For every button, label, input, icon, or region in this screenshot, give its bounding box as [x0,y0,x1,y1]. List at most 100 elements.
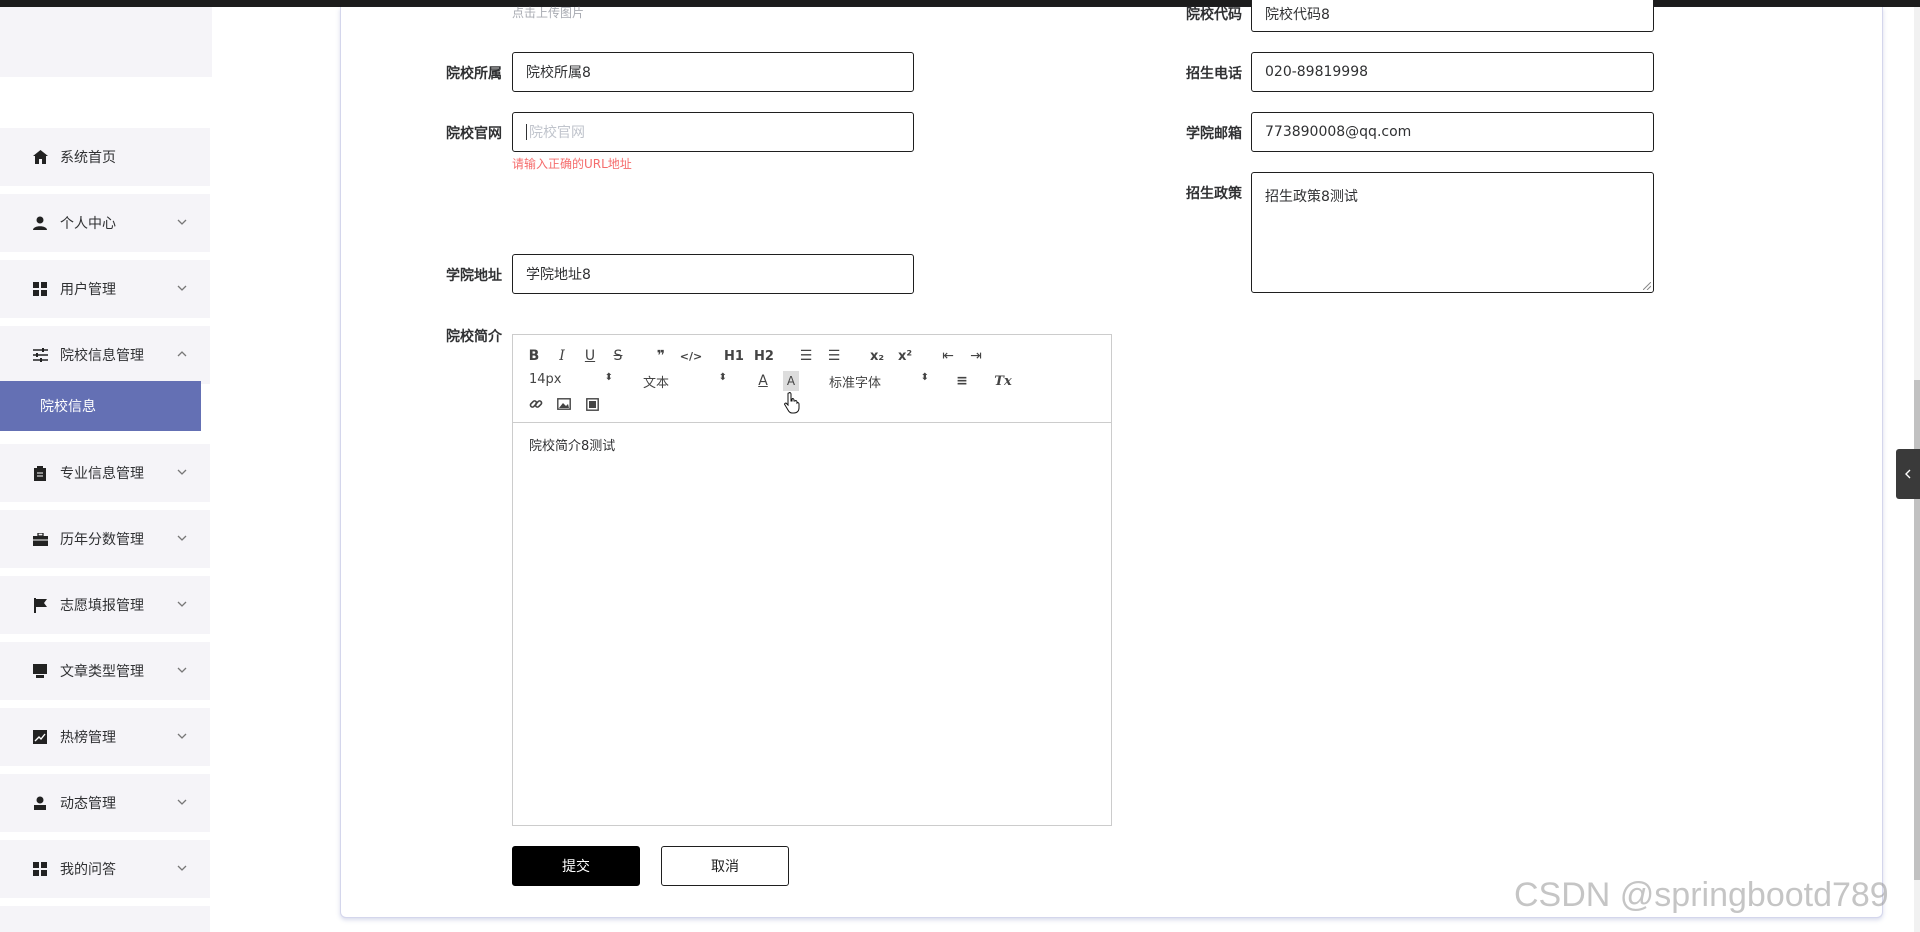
sidebar-item-label: 志愿填报管理 [60,598,144,614]
briefcase-icon [32,531,48,547]
admission-phone-input[interactable]: 020-89819998 [1251,52,1654,92]
superscript-button[interactable]: x² [895,347,915,365]
college-email-label: 学院邮箱 [1186,126,1242,142]
user-icon [32,215,48,231]
sidebar-item-article-type[interactable]: 文章类型管理 [0,642,210,700]
font-color-button[interactable]: A [755,371,771,391]
code-button[interactable]: </> [680,347,702,365]
align-button[interactable]: ≡ [953,371,971,391]
admission-policy-textarea[interactable]: 招生政策8测试 [1251,172,1654,293]
indent-button[interactable]: ⇥ [967,347,985,365]
sidebar-item-major-info[interactable]: 专业信息管理 [0,444,210,502]
text-caret [526,124,527,140]
college-email-input[interactable]: 773890008@qq.com [1251,112,1654,152]
font-size-select[interactable]: 14px ⬍ [529,372,613,390]
sidebar-item-label: 个人中心 [60,216,116,232]
video-icon [585,397,599,411]
editor-content[interactable]: 院校简介8测试 [529,435,615,454]
font-family-value: 标准字体 [829,376,882,391]
monitor-icon [32,663,48,679]
outdent-button[interactable]: ⇤ [939,347,957,365]
admission-phone-label: 招生电话 [1186,66,1242,82]
school-intro-label: 院校简介 [446,329,502,345]
hand-cursor-icon [784,392,800,414]
sidebar-subitem-school-info[interactable]: 院校信息 [0,381,201,431]
background-color-button[interactable]: A [783,371,799,391]
text-type-value: 文本 [643,376,670,391]
admission-policy-label: 招生政策 [1186,186,1242,202]
chevron-down-icon [177,601,187,607]
sidebar-item-scores[interactable]: 历年分数管理 [0,510,210,568]
website-error-message: 请输入正确的URL地址 [512,157,632,171]
home-icon [32,149,48,165]
chevron-up-icon [177,351,187,357]
sidebar-item-dynamics[interactable]: 动态管理 [0,774,210,832]
sidebar-item-label: 用户管理 [60,282,116,298]
bold-button[interactable]: B [527,347,541,365]
resize-handle-icon[interactable] [1643,282,1651,290]
college-address-value: 学院地址8 [526,267,591,283]
chevron-down-icon [177,469,187,475]
flag-icon [32,597,48,613]
cancel-button[interactable]: 取消 [661,846,789,886]
sidebar-item-personal[interactable]: 个人中心 [0,194,210,252]
chevron-down-icon [177,535,187,541]
sidebar-item-hotlist[interactable]: 热榜管理 [0,708,210,766]
college-email-value: 773890008@qq.com [1265,124,1412,140]
sidebar-item-label: 专业信息管理 [60,466,144,482]
admission-policy-value: 招生政策8测试 [1265,189,1358,205]
text-type-select[interactable]: 文本 ⬍ [643,372,727,391]
sidebar-item-home[interactable]: 系统首页 [0,128,210,186]
italic-button[interactable]: I [555,347,569,365]
sidebar-subitem-label: 院校信息 [40,399,96,415]
clipboard-icon [32,465,48,481]
strike-button[interactable]: S [611,347,625,365]
h2-button[interactable]: H2 [753,347,775,365]
grid-icon [32,281,48,297]
school-affiliation-label: 院校所属 [446,66,502,82]
video-button[interactable] [583,395,601,413]
sidebar-item-users[interactable]: 用户管理 [0,260,210,318]
link-icon [529,400,543,408]
chevron-down-icon [177,219,187,225]
sidebar-item-label: 动态管理 [60,796,116,812]
font-size-value: 14px [529,372,562,387]
school-code-label: 院校代码 [1186,7,1242,23]
upload-hint[interactable]: 点击上传图片 [512,4,584,21]
bullet-list-button[interactable]: ☰ [825,347,843,365]
school-website-label: 院校官网 [446,126,502,142]
sidebar-item-label: 院校信息管理 [60,348,144,364]
link-button[interactable] [527,395,545,413]
image-button[interactable] [555,395,573,413]
underline-button[interactable]: U [583,347,597,365]
grid-icon [32,861,48,877]
ordered-list-button[interactable]: ☰ [797,347,815,365]
font-family-select[interactable]: 标准字体 ⬍ [829,372,929,391]
submit-button[interactable]: 提交 [512,846,640,886]
school-affiliation-input[interactable]: 院校所属8 [512,52,914,92]
sidebar-item-label: 系统首页 [60,150,116,166]
sidebar-header [0,7,212,77]
subscript-button[interactable]: x₂ [867,347,887,365]
chevron-down-icon [177,733,187,739]
image-icon [557,398,571,410]
school-website-placeholder: 院校官网 [529,125,585,141]
sidebar-item-my-qa[interactable]: 我的问答 [0,840,210,898]
school-website-input[interactable]: 院校官网 [512,112,914,152]
college-address-label: 学院地址 [446,268,502,284]
school-code-input[interactable]: 院校代码8 [1251,0,1654,32]
college-address-input[interactable]: 学院地址8 [512,254,914,294]
sidebar-item-volunteer[interactable]: 志愿填报管理 [0,576,210,634]
chevron-down-icon [177,865,187,871]
sidebar-item-more[interactable] [0,906,210,932]
sidebar-item-school-info[interactable]: 院校信息管理 [0,326,210,384]
admission-phone-value: 020-89819998 [1265,64,1369,80]
sidebar-item-label: 我的问答 [60,862,116,878]
chevron-down-icon [177,799,187,805]
clear-format-button[interactable]: Tx [993,371,1013,391]
panel-toggle-button[interactable] [1896,449,1920,499]
blockquote-button[interactable]: ❞ [653,347,669,365]
chart-icon [32,729,48,745]
select-arrow-icon: ⬍ [920,372,929,383]
h1-button[interactable]: H1 [723,347,745,365]
